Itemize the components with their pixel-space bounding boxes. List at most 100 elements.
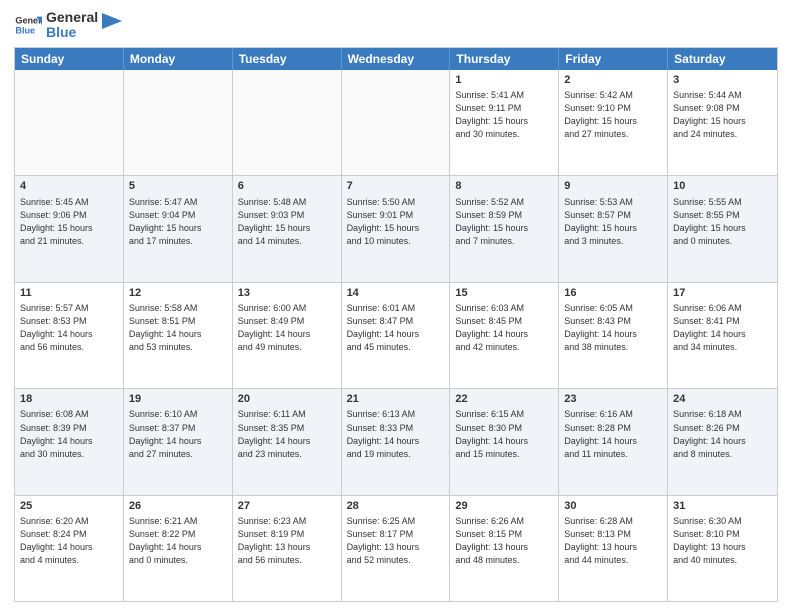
day-cell: [233, 70, 342, 175]
day-info: Sunrise: 5:48 AM Sunset: 9:03 PM Dayligh…: [238, 196, 336, 248]
day-cell: 4Sunrise: 5:45 AM Sunset: 9:06 PM Daylig…: [15, 176, 124, 281]
day-number: 6: [238, 179, 336, 194]
day-info: Sunrise: 5:47 AM Sunset: 9:04 PM Dayligh…: [129, 196, 227, 248]
day-info: Sunrise: 6:18 AM Sunset: 8:26 PM Dayligh…: [673, 408, 772, 460]
day-cell: 2Sunrise: 5:42 AM Sunset: 9:10 PM Daylig…: [559, 70, 668, 175]
day-number: 14: [347, 286, 445, 301]
day-cell: 18Sunrise: 6:08 AM Sunset: 8:39 PM Dayli…: [15, 389, 124, 494]
day-info: Sunrise: 6:08 AM Sunset: 8:39 PM Dayligh…: [20, 408, 118, 460]
logo-flag-icon: [102, 13, 122, 37]
day-info: Sunrise: 6:11 AM Sunset: 8:35 PM Dayligh…: [238, 408, 336, 460]
day-info: Sunrise: 6:16 AM Sunset: 8:28 PM Dayligh…: [564, 408, 662, 460]
day-cell: 29Sunrise: 6:26 AM Sunset: 8:15 PM Dayli…: [450, 496, 559, 601]
day-cell: 13Sunrise: 6:00 AM Sunset: 8:49 PM Dayli…: [233, 283, 342, 388]
day-header-wednesday: Wednesday: [342, 48, 451, 70]
day-cell: 21Sunrise: 6:13 AM Sunset: 8:33 PM Dayli…: [342, 389, 451, 494]
day-info: Sunrise: 5:52 AM Sunset: 8:59 PM Dayligh…: [455, 196, 553, 248]
day-cell: 9 Sunrise: 5:53 AM Sunset: 8:57 PM Daylig…: [559, 176, 668, 281]
day-number: 18: [20, 392, 118, 407]
day-number: 1: [455, 73, 553, 88]
day-cell: 27Sunrise: 6:23 AM Sunset: 8:19 PM Dayli…: [233, 496, 342, 601]
day-info: Sunrise: 5:42 AM Sunset: 9:10 PM Dayligh…: [564, 89, 662, 141]
day-info: Sunrise: 5:53 AM Sunset: 8:57 PM Dayligh…: [564, 196, 662, 248]
calendar-grid: SundayMondayTuesdayWednesdayThursdayFrid…: [14, 47, 778, 602]
day-cell: 26Sunrise: 6:21 AM Sunset: 8:22 PM Dayli…: [124, 496, 233, 601]
day-cell: 11Sunrise: 5:57 AM Sunset: 8:53 PM Dayli…: [15, 283, 124, 388]
week-row-4: 18Sunrise: 6:08 AM Sunset: 8:39 PM Dayli…: [15, 389, 777, 495]
day-number: 24: [673, 392, 772, 407]
day-info: Sunrise: 6:00 AM Sunset: 8:49 PM Dayligh…: [238, 302, 336, 354]
day-cell: 20Sunrise: 6:11 AM Sunset: 8:35 PM Dayli…: [233, 389, 342, 494]
day-info: Sunrise: 5:55 AM Sunset: 8:55 PM Dayligh…: [673, 196, 772, 248]
day-number: 4: [20, 179, 118, 194]
day-cell: 30Sunrise: 6:28 AM Sunset: 8:13 PM Dayli…: [559, 496, 668, 601]
day-cell: 25Sunrise: 6:20 AM Sunset: 8:24 PM Dayli…: [15, 496, 124, 601]
day-number: 21: [347, 392, 445, 407]
day-header-tuesday: Tuesday: [233, 48, 342, 70]
day-info: Sunrise: 6:23 AM Sunset: 8:19 PM Dayligh…: [238, 515, 336, 567]
day-info: Sunrise: 6:30 AM Sunset: 8:10 PM Dayligh…: [673, 515, 772, 567]
day-info: Sunrise: 5:50 AM Sunset: 9:01 PM Dayligh…: [347, 196, 445, 248]
day-cell: 23Sunrise: 6:16 AM Sunset: 8:28 PM Dayli…: [559, 389, 668, 494]
day-number: 26: [129, 499, 227, 514]
day-cell: 8Sunrise: 5:52 AM Sunset: 8:59 PM Daylig…: [450, 176, 559, 281]
day-header-thursday: Thursday: [450, 48, 559, 70]
day-number: 13: [238, 286, 336, 301]
day-info: Sunrise: 6:25 AM Sunset: 8:17 PM Dayligh…: [347, 515, 445, 567]
day-cell: 15Sunrise: 6:03 AM Sunset: 8:45 PM Dayli…: [450, 283, 559, 388]
week-row-5: 25Sunrise: 6:20 AM Sunset: 8:24 PM Dayli…: [15, 496, 777, 601]
day-cell: [342, 70, 451, 175]
day-header-saturday: Saturday: [668, 48, 777, 70]
day-number: 19: [129, 392, 227, 407]
day-cell: 14Sunrise: 6:01 AM Sunset: 8:47 PM Dayli…: [342, 283, 451, 388]
day-cell: 12Sunrise: 5:58 AM Sunset: 8:51 PM Dayli…: [124, 283, 233, 388]
day-info: Sunrise: 6:13 AM Sunset: 8:33 PM Dayligh…: [347, 408, 445, 460]
day-number: 25: [20, 499, 118, 514]
day-cell: 19Sunrise: 6:10 AM Sunset: 8:37 PM Dayli…: [124, 389, 233, 494]
day-info: Sunrise: 6:06 AM Sunset: 8:41 PM Dayligh…: [673, 302, 772, 354]
day-cell: 24Sunrise: 6:18 AM Sunset: 8:26 PM Dayli…: [668, 389, 777, 494]
day-number: 11: [20, 286, 118, 301]
day-number: 22: [455, 392, 553, 407]
day-number: 2: [564, 73, 662, 88]
day-info: Sunrise: 6:03 AM Sunset: 8:45 PM Dayligh…: [455, 302, 553, 354]
logo-general: General: [46, 10, 98, 25]
day-cell: 22Sunrise: 6:15 AM Sunset: 8:30 PM Dayli…: [450, 389, 559, 494]
day-header-monday: Monday: [124, 48, 233, 70]
day-number: 31: [673, 499, 772, 514]
day-info: Sunrise: 6:10 AM Sunset: 8:37 PM Dayligh…: [129, 408, 227, 460]
day-cell: [124, 70, 233, 175]
day-number: 7: [347, 179, 445, 194]
day-number: 29: [455, 499, 553, 514]
day-info: Sunrise: 6:21 AM Sunset: 8:22 PM Dayligh…: [129, 515, 227, 567]
day-number: 10: [673, 179, 772, 194]
day-number: 17: [673, 286, 772, 301]
calendar-page: General Blue General Blue SundayMondayTu…: [0, 0, 792, 612]
day-number: 15: [455, 286, 553, 301]
day-number: 12: [129, 286, 227, 301]
day-cell: 3Sunrise: 5:44 AM Sunset: 9:08 PM Daylig…: [668, 70, 777, 175]
day-info: Sunrise: 5:41 AM Sunset: 9:11 PM Dayligh…: [455, 89, 553, 141]
day-info: Sunrise: 6:15 AM Sunset: 8:30 PM Dayligh…: [455, 408, 553, 460]
logo-blue: Blue: [46, 25, 98, 40]
day-number: 28: [347, 499, 445, 514]
day-cell: 6 Sunrise: 5:48 AM Sunset: 9:03 PM Daylig…: [233, 176, 342, 281]
day-number: 5: [129, 179, 227, 194]
day-number: 3: [673, 73, 772, 88]
day-header-friday: Friday: [559, 48, 668, 70]
svg-text:Blue: Blue: [15, 26, 35, 36]
day-cell: 5 Sunrise: 5:47 AM Sunset: 9:04 PM Daylig…: [124, 176, 233, 281]
day-info: Sunrise: 6:01 AM Sunset: 8:47 PM Dayligh…: [347, 302, 445, 354]
week-row-3: 11Sunrise: 5:57 AM Sunset: 8:53 PM Dayli…: [15, 283, 777, 389]
day-cell: 16Sunrise: 6:05 AM Sunset: 8:43 PM Dayli…: [559, 283, 668, 388]
day-headers-row: SundayMondayTuesdayWednesdayThursdayFrid…: [15, 48, 777, 70]
day-cell: 28Sunrise: 6:25 AM Sunset: 8:17 PM Dayli…: [342, 496, 451, 601]
day-number: 9: [564, 179, 662, 194]
day-info: Sunrise: 6:28 AM Sunset: 8:13 PM Dayligh…: [564, 515, 662, 567]
day-header-sunday: Sunday: [15, 48, 124, 70]
day-info: Sunrise: 5:58 AM Sunset: 8:51 PM Dayligh…: [129, 302, 227, 354]
logo: General Blue General Blue: [14, 10, 122, 41]
logo-icon: General Blue: [14, 11, 42, 39]
day-cell: 31Sunrise: 6:30 AM Sunset: 8:10 PM Dayli…: [668, 496, 777, 601]
day-info: Sunrise: 6:26 AM Sunset: 8:15 PM Dayligh…: [455, 515, 553, 567]
